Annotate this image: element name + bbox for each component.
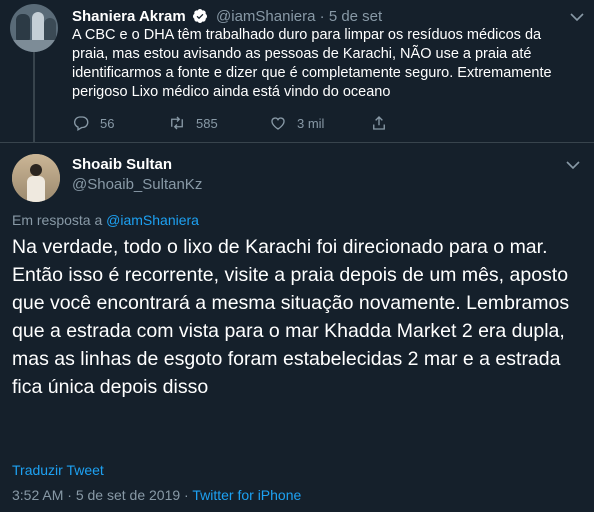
parent-tweet-header: Shaniera Akram @iamShaniera · 5 de set (72, 8, 382, 26)
tweet-metadata: 3:52 AM · 5 de set de 2019 · Twitter for… (12, 486, 301, 504)
retweet-count: 585 (196, 115, 218, 131)
parent-tweet-date[interactable]: 5 de set (329, 8, 382, 25)
share-button[interactable] (370, 113, 398, 133)
verified-icon (192, 8, 208, 24)
parent-author-handle[interactable]: @iamShaniera (216, 8, 315, 25)
reply-context: Em resposta a @iamShaniera (12, 211, 199, 229)
like-button[interactable]: 3 mil (269, 113, 324, 133)
retweet-icon (171, 116, 183, 130)
reply-to-handle-link[interactable]: @iamShaniera (106, 212, 199, 228)
parent-author-name[interactable]: Shaniera Akram (72, 8, 186, 25)
reply-button[interactable]: 56 (72, 113, 114, 133)
reply-prefix: Em resposta a (12, 212, 103, 228)
parent-tweet-text: A CBC e o DHA têm trabalhado duro para l… (72, 27, 552, 100)
main-avatar[interactable] (12, 154, 60, 202)
tweet-divider (0, 142, 594, 143)
dot-separator: · (67, 487, 72, 503)
like-count: 3 mil (297, 115, 325, 131)
dot-separator: · (184, 487, 189, 503)
like-icon (271, 117, 285, 130)
tweet-time[interactable]: 3:52 AM (12, 487, 63, 503)
main-author-handle[interactable]: @Shoaib_SultanKz (72, 176, 202, 194)
parent-tweet-actions: 56 585 3 mil (72, 113, 392, 133)
reply-icon (74, 116, 89, 131)
main-chevron-down-icon[interactable] (566, 160, 580, 170)
parent-avatar[interactable] (10, 4, 58, 52)
dot-separator: · (319, 8, 325, 25)
chevron-down-icon[interactable] (570, 12, 584, 22)
tweet-date[interactable]: 5 de set de 2019 (76, 487, 180, 503)
share-icon (373, 116, 385, 130)
main-tweet-text: Na verdade, todo o lixo de Karachi foi d… (12, 236, 570, 398)
translate-tweet-link[interactable]: Traduzir Tweet (12, 461, 104, 479)
reply-count: 56 (100, 115, 115, 131)
parent-tweet[interactable]: Shaniera Akram @iamShaniera · 5 de set A… (0, 0, 594, 142)
main-author-name[interactable]: Shoaib Sultan (72, 156, 172, 174)
thread-line (33, 52, 35, 142)
retweet-button[interactable]: 585 (168, 113, 218, 133)
tweet-source-link[interactable]: Twitter for iPhone (192, 487, 301, 503)
